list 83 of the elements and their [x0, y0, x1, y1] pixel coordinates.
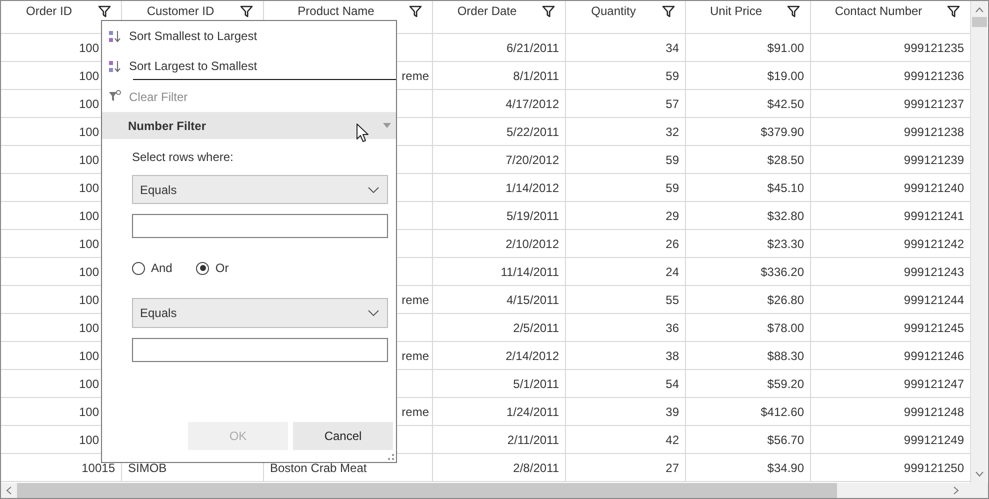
table-cell: $26.80 — [686, 286, 811, 314]
table-cell: 27 — [566, 454, 686, 482]
radio-button[interactable]: Or — [196, 261, 229, 275]
table-cell: 2/10/2012 — [433, 230, 566, 258]
table-cell: 6/21/2011 — [433, 34, 566, 62]
table-cell: $336.20 — [686, 258, 811, 286]
table-cell: $45.10 — [686, 174, 811, 202]
table-cell: $88.30 — [686, 342, 811, 370]
table-cell: $32.80 — [686, 202, 811, 230]
chevron-down-icon — [368, 186, 379, 192]
table-cell: 2/14/2012 — [433, 342, 566, 370]
table-cell: 36 — [566, 314, 686, 342]
table-cell: 38 — [566, 342, 686, 370]
table-cell: 2/11/2011 — [433, 426, 566, 454]
table-cell: 4/15/2011 — [433, 286, 566, 314]
table-cell: 5/1/2011 — [433, 370, 566, 398]
table-cell: 7/20/2012 — [433, 146, 566, 174]
table-cell: 24 — [566, 258, 686, 286]
horizontal-scrollbar[interactable] — [1, 483, 988, 498]
filter-icon[interactable] — [542, 5, 555, 18]
column-header[interactable]: Order Date — [433, 1, 566, 34]
prompt-text: Select rows where: — [132, 149, 234, 165]
filter-icon[interactable] — [787, 5, 800, 18]
scroll-down-icon[interactable] — [974, 471, 984, 477]
filter-icon[interactable] — [947, 5, 960, 18]
table-cell: 4/17/2012 — [433, 90, 566, 118]
value-input-field[interactable] — [132, 338, 388, 362]
column-header[interactable]: Quantity — [566, 1, 686, 34]
vertical-scrollbar[interactable] — [970, 1, 987, 483]
table-cell: $34.90 — [686, 454, 811, 482]
table-cell: 42 — [566, 426, 686, 454]
radio-button[interactable]: And — [132, 261, 172, 275]
table-cell: 11/14/2011 — [433, 258, 566, 286]
scroll-left-icon[interactable] — [6, 486, 12, 495]
chevron-down-icon — [368, 310, 379, 316]
sort-descending-icon — [108, 60, 121, 72]
operator-dropdown[interactable]: Equals — [132, 175, 388, 204]
table-cell: 59 — [566, 174, 686, 202]
table-cell: 5/19/2011 — [433, 202, 566, 230]
dialog-button[interactable]: Cancel — [293, 422, 393, 450]
table-cell: 29 — [566, 202, 686, 230]
table-cell: $23.30 — [686, 230, 811, 258]
section-header[interactable]: Number Filter — [102, 112, 396, 139]
table-cell: $91.00 — [686, 34, 811, 62]
table-cell: 1/14/2012 — [433, 174, 566, 202]
caret-icon — [383, 123, 391, 128]
scroll-thumb[interactable] — [17, 483, 837, 498]
table-cell: $78.00 — [686, 314, 811, 342]
column-header[interactable]: Unit Price — [686, 1, 811, 34]
table-cell: 2/8/2011 — [433, 454, 566, 482]
scroll-up-icon[interactable] — [974, 7, 984, 13]
table-cell: 26 — [566, 230, 686, 258]
scroll-thumb[interactable] — [972, 17, 986, 27]
table-cell: 2/5/2011 — [433, 314, 566, 342]
table-cell: 1/24/2011 — [433, 398, 566, 426]
table-cell: 5/22/2011 — [433, 118, 566, 146]
table-cell: 59 — [566, 62, 686, 90]
resize-grip-icon[interactable] — [388, 454, 394, 460]
mouse-cursor-icon — [356, 123, 369, 143]
operator-dropdown[interactable]: Equals — [132, 298, 388, 328]
table-cell: $19.00 — [686, 62, 811, 90]
value-input-field[interactable] — [132, 214, 388, 238]
clear-filter-icon — [108, 90, 121, 103]
scroll-right-icon[interactable] — [953, 486, 959, 495]
sort-ascending-icon — [108, 30, 121, 42]
filter-icon[interactable] — [98, 5, 111, 18]
table-cell: 34 — [566, 34, 686, 62]
table-cell: $379.90 — [686, 118, 811, 146]
table-cell: 8/1/2011 — [433, 62, 566, 90]
table-cell: $412.60 — [686, 398, 811, 426]
table-cell: 59 — [566, 146, 686, 174]
table-cell: 57 — [566, 90, 686, 118]
table-cell: $28.50 — [686, 146, 811, 174]
filter-icon[interactable] — [409, 5, 422, 18]
table-cell: $42.50 — [686, 90, 811, 118]
table-cell: $59.20 — [686, 370, 811, 398]
filter-icon[interactable] — [662, 5, 675, 18]
table-cell: $56.70 — [686, 426, 811, 454]
table-cell: 39 — [566, 398, 686, 426]
table-cell: 32 — [566, 118, 686, 146]
table-cell: 55 — [566, 286, 686, 314]
filter-icon[interactable] — [240, 5, 253, 18]
table-cell: 54 — [566, 370, 686, 398]
